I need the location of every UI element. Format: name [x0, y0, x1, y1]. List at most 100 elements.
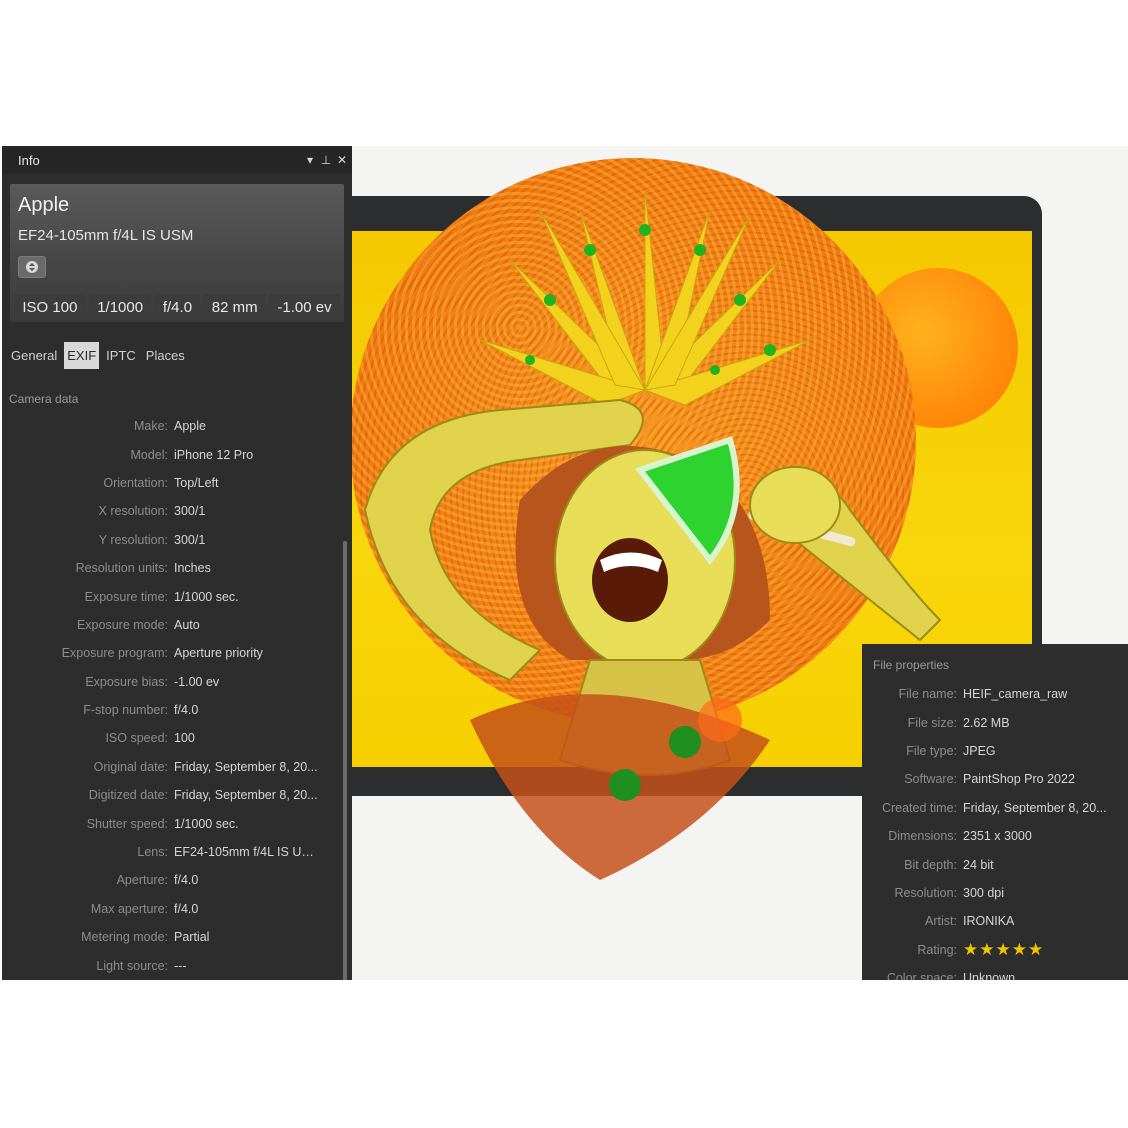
row-key: ISO speed: [105, 731, 168, 746]
exif-row: Exposure time: 1/1000 sec. [2, 582, 352, 610]
exif-row: Resolution units: Inches [2, 554, 352, 582]
exif-row: Lens: EF24-105mm f/4L IS USM [2, 838, 352, 866]
exif-row: Max aperture: f/4.0 [2, 895, 352, 923]
row-key: File name: [898, 687, 957, 702]
file-row: Created time: Friday, September 8, 20... [862, 794, 1128, 822]
row-value: JPEG [963, 743, 996, 758]
row-value: 1/1000 sec. [174, 589, 239, 604]
row-key: Created time: [881, 800, 957, 815]
stage: Info ▾ ⊥ ✕ Apple EF24-105mm f/4L IS USM … [0, 0, 1128, 1128]
row-key: F-stop number: [83, 703, 168, 718]
camera-lens: EF24-105mm f/4L IS USM [18, 227, 194, 244]
exif-rows: Make: Apple Model: iPhone 12 Pro Orientati… [2, 412, 352, 980]
dropdown-arrow-icon[interactable]: ▾ [304, 153, 316, 167]
panel-titlebar: Info ▾ ⊥ ✕ [2, 146, 352, 174]
exif-row: Exposure bias: -1.00 ev [2, 668, 352, 696]
exif-row: Exposure program: Aperture priority [2, 639, 352, 667]
row-key: Bit depth: [904, 857, 957, 872]
exif-row: Orientation: Top/Left [2, 469, 352, 497]
row-value: iPhone 12 Pro [174, 447, 254, 462]
row-value: 300/1 [174, 504, 206, 519]
swap-button[interactable] [18, 256, 46, 278]
row-value: 100 [174, 731, 195, 746]
file-row: File name: HEIF_camera_raw [862, 680, 1128, 708]
row-key: Original date: [93, 759, 168, 774]
row-key: Rating: [917, 942, 957, 957]
row-value: HEIF_camera_raw [963, 687, 1068, 702]
exif-row: Make: Apple [2, 412, 352, 440]
exif-row: Metering mode: Partial [2, 923, 352, 951]
row-value: Aperture priority [174, 646, 263, 661]
exif-row: Model: iPhone 12 Pro [2, 440, 352, 468]
tab-general[interactable]: General [8, 342, 60, 369]
row-key: Resolution units: [75, 561, 168, 576]
exif-row: Exposure mode: Auto [2, 611, 352, 639]
exif-row: Shutter speed: 1/1000 sec. [2, 809, 352, 837]
tab-iptc[interactable]: IPTC [103, 342, 139, 369]
row-key: Metering mode: [81, 930, 168, 945]
exif-row: ISO speed: 100 [2, 724, 352, 752]
tab-places[interactable]: Places [143, 342, 188, 369]
file-properties-heading: File properties [873, 658, 950, 672]
file-row: Rating: ★★★★★ [862, 936, 1128, 964]
row-key: Exposure time: [84, 589, 168, 604]
row-key: Aperture: [116, 873, 168, 888]
row-key: Artist: [925, 914, 957, 929]
exif-row: Y resolution: 300/1 [2, 526, 352, 554]
exif-row: Aperture: f/4.0 [2, 866, 352, 894]
file-row: Dimensions: 2351 x 3000 [862, 822, 1128, 850]
row-key: Digitized date: [88, 788, 168, 803]
stat-shutter: 1/1000 [88, 294, 152, 320]
row-value: EF24-105mm f/4L IS USM [174, 845, 320, 860]
stat-iso: ISO 100 [14, 294, 86, 320]
info-tabs: General EXIF IPTC Places [2, 340, 352, 370]
row-key: Exposure program: [61, 646, 168, 661]
exif-row: X resolution: 300/1 [2, 497, 352, 525]
row-value: 2.62 MB [963, 715, 1010, 730]
panel-title: Info [18, 152, 40, 168]
camera-summary-card: Apple EF24-105mm f/4L IS USM ISO 100 1/1… [10, 184, 344, 322]
row-value: 24 bit [963, 857, 994, 872]
row-value: Apple [174, 419, 206, 434]
row-key: X resolution: [98, 504, 168, 519]
row-value: Top/Left [174, 475, 219, 490]
row-key: Max aperture: [90, 901, 168, 916]
tab-exif[interactable]: EXIF [64, 341, 100, 369]
file-properties-panel: File properties File name: HEIF_camera_ra… [862, 644, 1128, 980]
close-icon[interactable]: ✕ [336, 153, 348, 167]
row-value: 2351 x 3000 [963, 829, 1032, 844]
row-value: f/4.0 [174, 703, 199, 718]
title-controls: ▾ ⊥ ✕ [304, 153, 348, 167]
file-row: Resolution: 300 dpi [862, 879, 1128, 907]
row-value: 1/1000 sec. [174, 816, 239, 831]
row-key: Color space: [886, 971, 957, 980]
exif-row: F-stop number: f/4.0 [2, 696, 352, 724]
row-value: Friday, September 8, 20... [174, 788, 318, 803]
rating-stars[interactable]: ★★★★★ [963, 940, 1113, 960]
row-key: Exposure bias: [85, 674, 168, 689]
row-value: --- [174, 958, 187, 973]
swap-arrows-icon [26, 261, 38, 273]
row-key: Orientation: [103, 475, 168, 490]
row-key: Resolution: [894, 885, 957, 900]
camera-make: Apple [18, 194, 70, 216]
row-key: Lens: [137, 845, 168, 860]
row-key: Shutter speed: [86, 816, 168, 831]
exif-row: Original date: Friday, September 8, 20... [2, 753, 352, 781]
row-key: Light source: [96, 958, 168, 973]
row-key: Exposure mode: [76, 617, 168, 632]
row-value: -1.00 ev [174, 674, 220, 689]
exposure-stats: ISO 100 1/1000 f/4.0 82 mm -1.00 ev [14, 294, 340, 320]
file-properties-rows: File name: HEIF_camera_raw File size: 2.62… [862, 680, 1128, 980]
row-value: IRONIKA [963, 914, 1015, 929]
pin-icon[interactable]: ⊥ [320, 153, 332, 167]
row-key: File size: [907, 715, 957, 730]
row-key: File type: [906, 743, 957, 758]
stat-focal-length: 82 mm [203, 294, 267, 320]
row-value: Unknown [963, 971, 1016, 980]
row-value: Partial [174, 930, 210, 945]
row-value: PaintShop Pro 2022 [963, 772, 1075, 787]
scrollbar[interactable] [343, 541, 347, 980]
row-value: Inches [174, 561, 211, 576]
row-key: Y resolution: [98, 532, 168, 547]
